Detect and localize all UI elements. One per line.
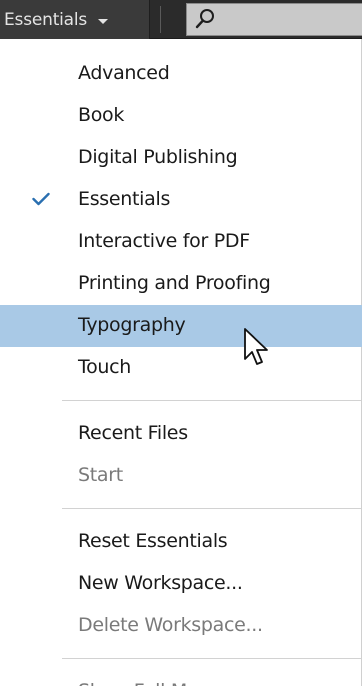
menu-item-label: Essentials — [78, 187, 171, 210]
menu-item-advanced[interactable]: Advanced — [0, 53, 362, 95]
menu-item-label: Digital Publishing — [78, 145, 238, 168]
menu-item-label: Reset Essentials — [78, 529, 228, 552]
toolbar-divider — [160, 6, 161, 33]
menu-item-new-workspace[interactable]: New Workspace... — [0, 563, 362, 605]
menu-item-label: Printing and Proofing — [78, 271, 271, 294]
menu-item-show-full-menus: Show Full Menus — [0, 671, 362, 686]
menu-item-label: Typography — [78, 313, 186, 336]
search-icon — [195, 9, 214, 29]
menu-item-label: Start — [78, 463, 123, 486]
menu-item-label: Show Full Menus — [78, 680, 232, 686]
checkmark-icon — [32, 192, 50, 206]
menu-item-book[interactable]: Book — [0, 95, 362, 137]
menu-separator — [62, 508, 361, 509]
menu-item-reset-essentials[interactable]: Reset Essentials — [0, 521, 362, 563]
menu-item-label: New Workspace... — [78, 571, 243, 594]
workspace-menu: Advanced Book Digital Publishing Essentials… — [0, 39, 362, 686]
workspace-bar: Essentials — [0, 0, 362, 39]
mouse-pointer-icon — [244, 328, 268, 365]
search-input[interactable] — [186, 3, 362, 36]
menu-item-interactive-for-pdf[interactable]: Interactive for PDF — [0, 221, 362, 263]
menu-item-essentials[interactable]: Essentials — [0, 179, 362, 221]
menu-item-digital-publishing[interactable]: Digital Publishing — [0, 137, 362, 179]
menu-item-start: Start — [0, 455, 362, 497]
menu-item-touch[interactable]: Touch — [0, 347, 362, 389]
menu-item-typography[interactable]: Typography — [0, 305, 362, 347]
chevron-down-icon — [98, 18, 109, 24]
menu-item-delete-workspace: Delete Workspace... — [0, 605, 362, 647]
menu-separator — [62, 658, 361, 659]
workspace-switcher-label: Essentials — [4, 9, 88, 30]
menu-item-recent-files[interactable]: Recent Files — [0, 413, 362, 455]
menu-item-label: Recent Files — [78, 421, 188, 444]
menu-item-label: Book — [78, 103, 125, 126]
menu-item-label: Touch — [78, 355, 132, 378]
workspace-switcher-button[interactable]: Essentials — [0, 0, 150, 39]
menu-item-printing-and-proofing[interactable]: Printing and Proofing — [0, 263, 362, 305]
menu-separator — [62, 400, 361, 401]
menu-item-label: Interactive for PDF — [78, 229, 250, 252]
menu-item-label: Delete Workspace... — [78, 613, 263, 636]
menu-item-label: Advanced — [78, 61, 170, 84]
